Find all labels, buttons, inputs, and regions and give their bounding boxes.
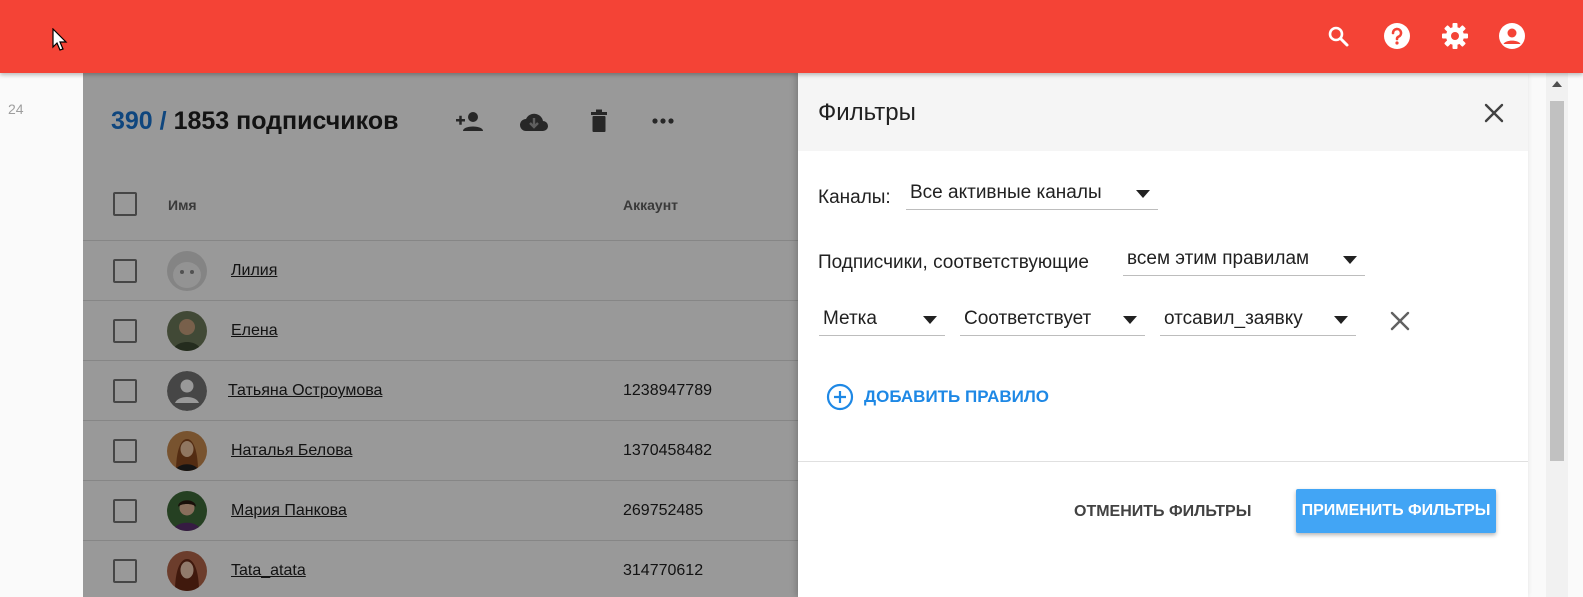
cancel-filters-button[interactable]: ОТМЕНИТЬ ФИЛЬТРЫ xyxy=(1074,497,1251,527)
match-value: всем этим правилам xyxy=(1127,248,1310,269)
match-dropdown[interactable]: всем этим правилам xyxy=(1123,246,1365,276)
rule-operator-value: Соответствует xyxy=(964,308,1092,329)
rule-value: отсавил_заявку xyxy=(1164,308,1303,329)
channels-value: Все активные каналы xyxy=(910,182,1102,203)
channels-dropdown[interactable]: Все активные каналы xyxy=(906,180,1158,210)
add-circle-icon xyxy=(826,383,854,411)
filters-header: Фильтры xyxy=(798,73,1528,151)
mouse-cursor-icon xyxy=(52,28,68,51)
rule-field-value: Метка xyxy=(823,308,877,329)
chevron-down-icon xyxy=(1123,316,1137,324)
account-icon[interactable] xyxy=(1496,20,1528,52)
close-icon[interactable] xyxy=(1478,97,1510,129)
add-rule-label: ДОБАВИТЬ ПРАВИЛО xyxy=(864,387,1049,406)
channels-label: Каналы: xyxy=(818,187,891,208)
rule-operator-dropdown[interactable]: Соответствует xyxy=(960,306,1145,336)
match-label: Подписчики, соответствующие xyxy=(818,252,1089,273)
top-app-bar xyxy=(0,0,1583,73)
apply-filters-button[interactable]: ПРИМЕНИТЬ ФИЛЬТРЫ xyxy=(1296,489,1496,533)
chevron-down-icon xyxy=(1343,256,1357,264)
chevron-down-icon xyxy=(1136,190,1150,198)
scroll-up-arrow-icon[interactable] xyxy=(1552,81,1562,87)
rule-field-dropdown[interactable]: Метка xyxy=(819,306,945,336)
chevron-down-icon xyxy=(923,316,937,324)
search-icon[interactable] xyxy=(1322,20,1354,52)
add-rule-button[interactable]: ДОБАВИТЬ ПРАВИЛО xyxy=(826,383,1049,411)
panel-title: Фильтры xyxy=(818,99,916,126)
modal-backdrop[interactable] xyxy=(83,73,798,597)
help-icon[interactable] xyxy=(1381,20,1413,52)
scroll-thumb[interactable] xyxy=(1550,101,1564,461)
remove-rule-icon[interactable] xyxy=(1386,307,1414,335)
settings-icon[interactable] xyxy=(1439,20,1471,52)
line-number: 24 xyxy=(8,101,24,117)
scrollbar[interactable] xyxy=(1546,73,1568,597)
rule-value-dropdown[interactable]: отсавил_заявку xyxy=(1160,306,1356,336)
filters-panel: Фильтры Каналы: Все активные каналы Подп… xyxy=(798,73,1528,597)
left-gutter: 24 xyxy=(0,73,64,597)
panel-divider xyxy=(798,461,1528,462)
chevron-down-icon xyxy=(1334,316,1348,324)
